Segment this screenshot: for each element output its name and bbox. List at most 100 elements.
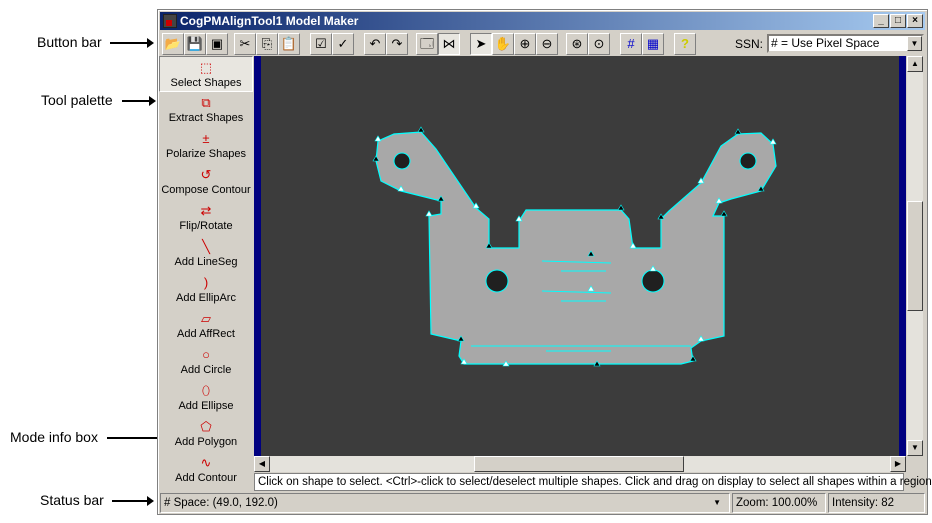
palette-item-label: Compose Contour [161,184,251,196]
hole-shape[interactable] [393,152,411,170]
minimize-button[interactable]: _ [873,14,889,28]
fine-grid-icon: ▦ [646,36,660,51]
callout-tool-palette: Tool palette [41,92,113,108]
palette-item-add-affrect[interactable]: ▱ Add AffRect [159,308,253,344]
flip-rotate-icon: ⇄ [200,203,212,218]
help-icon: ? [681,36,689,51]
callout-status-bar: Status bar [40,492,104,508]
select-all-icon: ☑ [315,36,327,51]
deselect-button[interactable]: ✓ [332,33,354,55]
horizontal-scrollbar[interactable]: ◀ ▶ [254,456,906,472]
select-all-button[interactable]: ☑ [310,33,332,55]
palette-item-polarize-shapes[interactable]: ± Polarize Shapes [159,128,253,164]
window-title: CogPMAlignTool1 Model Maker [180,14,359,28]
zoom-fit-button[interactable]: ⊛ [566,33,588,55]
zoom-in-button[interactable]: ⊕ [514,33,536,55]
scroll-up-button[interactable]: ▲ [907,56,923,72]
zoom-1x-icon: ⊙ [593,36,605,51]
circle-icon: ○ [202,347,210,362]
undo-icon: ↶ [369,36,381,51]
palette-item-add-polygon[interactable]: ⬠ Add Polygon [159,416,253,452]
flip-button[interactable]: ⋈ [438,33,460,55]
chevron-down-icon[interactable]: ▼ [713,494,721,512]
palette-item-label: Flip/Rotate [179,220,233,232]
palette-item-label: Add EllipArc [176,292,236,304]
palette-item-add-circle[interactable]: ○ Add Circle [159,344,253,380]
zoom-fit-icon: ⊛ [571,36,583,51]
properties-icon: 🗔 [419,36,435,51]
ssn-select[interactable]: # = Use Pixel Space ▼ [767,34,924,53]
ellipse-arc-icon: ) [203,275,209,290]
paste-icon: 📋 [280,36,298,51]
affine-rect-icon: ▱ [201,311,211,326]
pointer-button[interactable]: ➤ [470,33,492,55]
title-bar: CogPMAlignTool1 Model Maker _ □ × [160,12,925,30]
chevron-down-icon[interactable]: ▼ [907,36,922,51]
flip-icon: ⋈ [442,36,456,51]
palette-item-label: Add Polygon [174,436,238,448]
select-shapes-icon: ⬚ [199,60,213,75]
zoom-1x-button[interactable]: ⊙ [588,33,610,55]
palette-item-select-shapes[interactable]: ⬚ Select Shapes [159,56,253,92]
open-icon: 📂 [164,36,182,51]
vertical-scrollbar[interactable]: ▲ ▼ [907,56,923,456]
scroll-left-button[interactable]: ◀ [254,456,270,472]
horizontal-scroll-thumb[interactable] [474,456,684,472]
deselect-icon: ✓ [337,36,349,51]
palette-item-add-contour[interactable]: ∿ Add Contour [159,452,253,488]
ellipse-icon: ⬯ [201,383,211,398]
save-icon: 💾 [186,36,204,51]
copy-button[interactable]: ⎘ [256,33,278,55]
button-bar: 📂 💾 ▣ ✂ ⎘ 📋 ☑ ✓ ↶ ↷ 🗔 ⋈ ➤ ✋ ⊕ ⊖ ⊛ ⊙ # ▦? SSN: # = Use Pixel… [160,32,925,56]
hole-shape[interactable] [485,269,509,293]
space-coordinates: # Space: (49.0, 192.0) [164,497,278,509]
properties-button[interactable]: 🗔 [416,33,438,55]
hole-shape[interactable] [739,152,757,170]
scroll-down-button[interactable]: ▼ [907,440,923,456]
hole-shape[interactable] [641,269,665,293]
palette-item-add-elliparc[interactable]: ) Add EllipArc [159,272,253,308]
status-bar: # Space: (49.0, 192.0) ▼ Zoom: 100.00% In… [160,493,925,513]
status-intensity: Intensity: 82 [828,493,925,513]
app-icon [163,14,177,28]
palette-item-extract-shapes[interactable]: ⧉ Extract Shapes [159,92,253,128]
ssn-label: SSN: [735,37,764,51]
open-button[interactable]: 📂 [162,33,184,55]
palette-item-label: Add Ellipse [178,400,234,412]
mode-info-box: Click on shape to select. <Ctrl>-click t… [254,473,932,491]
zoom-out-icon: ⊖ [541,36,553,51]
callout-button-bar: Button bar [37,34,102,50]
fine-grid-button[interactable]: ▦ [642,33,664,55]
redo-icon: ↷ [391,36,403,51]
help-button[interactable]: ? [674,33,696,55]
cut-button[interactable]: ✂ [234,33,256,55]
polarize-shapes-icon: ± [202,131,210,146]
grid-icon: # [627,36,635,51]
undo-button[interactable]: ↶ [364,33,386,55]
vertical-scroll-thumb[interactable] [907,201,923,311]
save-button[interactable]: 💾 [184,33,206,55]
status-space[interactable]: # Space: (49.0, 192.0) ▼ [160,493,730,513]
model-maker-window: CogPMAlignTool1 Model Maker _ □ × 📂 💾 ▣ ✂ ⎘ 📋… [157,9,932,515]
palette-item-label: Select Shapes [170,77,242,89]
palette-item-add-lineseg[interactable]: ╲ Add LineSeg [159,236,253,272]
pan-hand-icon: ✋ [494,36,512,51]
palette-item-compose-contour[interactable]: ↺ Compose Contour [159,164,253,200]
save-as-button[interactable]: ▣ [206,33,228,55]
pan-hand-button[interactable]: ✋ [492,33,514,55]
palette-item-label: Extract Shapes [168,112,244,124]
palette-item-label: Polarize Shapes [165,148,247,160]
scroll-right-button[interactable]: ▶ [890,456,906,472]
redo-button[interactable]: ↷ [386,33,408,55]
paste-button[interactable]: 📋 [278,33,300,55]
contour-icon: ∿ [200,455,212,470]
image-display[interactable] [254,56,906,456]
palette-item-label: Add LineSeg [174,256,238,268]
grid-button[interactable]: # [620,33,642,55]
maximize-button[interactable]: □ [890,14,906,28]
ssn-value: # = Use Pixel Space [771,36,880,50]
close-button[interactable]: × [907,14,923,28]
zoom-out-button[interactable]: ⊖ [536,33,558,55]
palette-item-add-ellipse[interactable]: ⬯ Add Ellipse [159,380,253,416]
palette-item-flip-rotate[interactable]: ⇄ Flip/Rotate [159,200,253,236]
